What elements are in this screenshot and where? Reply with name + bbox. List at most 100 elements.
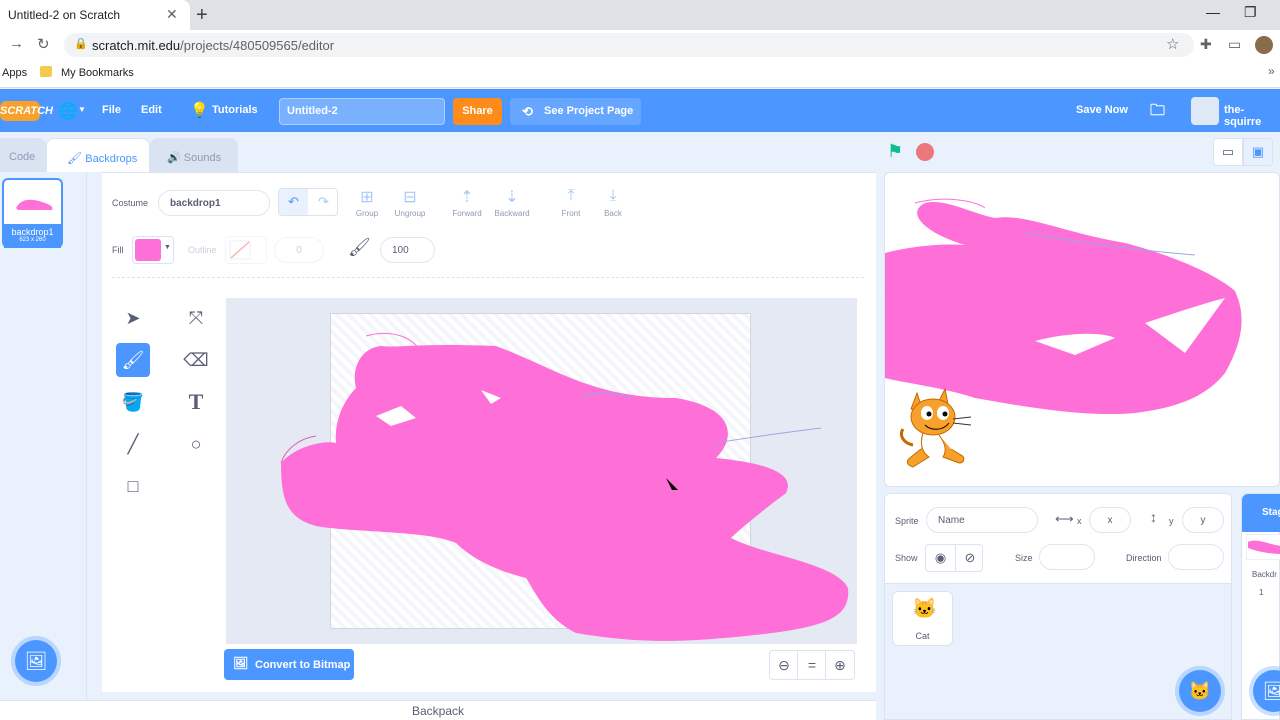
bookmark-apps[interactable]: Apps bbox=[2, 67, 27, 79]
minimize-icon[interactable]: — bbox=[1206, 4, 1220, 20]
x-position-input[interactable]: x bbox=[1089, 507, 1131, 533]
tab-sounds-label: Sounds bbox=[183, 152, 222, 164]
fill-color-picker[interactable]: ▼ bbox=[132, 236, 174, 264]
green-flag-icon[interactable]: ⚑ bbox=[887, 141, 903, 162]
y-position-input[interactable]: y bbox=[1182, 507, 1224, 533]
backpack-bar[interactable]: Backpack bbox=[0, 700, 876, 720]
direction-input[interactable] bbox=[1168, 544, 1224, 570]
more-bookmarks-icon[interactable]: » bbox=[1268, 64, 1275, 78]
menu-edit[interactable]: Edit bbox=[141, 104, 162, 116]
remix-arrows-icon: ⟲ bbox=[522, 104, 533, 119]
circle-tool-icon[interactable]: ○ bbox=[179, 427, 213, 461]
cat-sprite[interactable] bbox=[893, 383, 981, 473]
browser-tab[interactable]: Untitled-2 on Scratch ✕ bbox=[0, 0, 190, 30]
profile-avatar[interactable] bbox=[1255, 36, 1273, 54]
zoom-out-icon[interactable]: ⊖ bbox=[769, 650, 799, 680]
costume-label: Costume bbox=[112, 198, 149, 208]
folder-icon bbox=[40, 66, 52, 77]
select-tool-icon[interactable]: ➤ bbox=[116, 301, 150, 335]
text-tool-icon[interactable]: T bbox=[179, 385, 213, 419]
chevron-down-icon: ▼ bbox=[164, 244, 171, 251]
paint-strokes[interactable] bbox=[226, 298, 857, 644]
project-title-input[interactable]: Untitled-2 bbox=[279, 98, 445, 125]
brush-size-icon: 🖌 bbox=[348, 237, 371, 257]
choose-sprite-button[interactable]: 🐱 bbox=[1179, 670, 1221, 712]
sprite-name: Cat bbox=[915, 631, 930, 641]
browser-tab-title: Untitled-2 on Scratch bbox=[8, 8, 121, 22]
undo-redo-group: ↶ ↷ bbox=[278, 188, 338, 216]
cat-add-icon: 🐱 bbox=[1188, 681, 1212, 701]
tab-code[interactable]: Code bbox=[0, 138, 46, 172]
tab-sounds[interactable]: 🔊 Sounds bbox=[150, 138, 238, 172]
sprite-list: 🐱 Cat bbox=[885, 584, 1231, 719]
menu-file[interactable]: File bbox=[102, 104, 121, 116]
speaker-icon: 🔊 bbox=[167, 152, 181, 164]
sprite-name-input[interactable]: Name bbox=[926, 507, 1038, 533]
fill-tool-icon[interactable]: 🪣 bbox=[116, 385, 150, 419]
close-tab-icon[interactable]: ✕ bbox=[166, 6, 178, 23]
backdrop-name: backdrop1 bbox=[11, 227, 54, 237]
large-stage-icon[interactable]: ▣ bbox=[1243, 138, 1273, 166]
backward-icon[interactable]: ⇣ bbox=[487, 187, 537, 207]
undo-icon[interactable]: ↶ bbox=[279, 189, 308, 215]
username[interactable]: the-squirre bbox=[1224, 104, 1280, 128]
sprite-tile-cat[interactable]: 🐱 Cat bbox=[892, 591, 953, 646]
stage[interactable] bbox=[884, 172, 1280, 487]
small-stage-icon[interactable]: ▭ bbox=[1213, 138, 1243, 166]
outline-color-picker[interactable] bbox=[225, 236, 267, 264]
forward-icon[interactable]: → bbox=[9, 35, 24, 52]
ungroup-icon[interactable]: ⊟ bbox=[385, 187, 435, 207]
backdrop-tile-label: backdrop1 623 x 260 bbox=[4, 224, 61, 248]
stage-header: Stag bbox=[1242, 494, 1280, 532]
choose-backdrop-add-button[interactable]: 🖼 bbox=[15, 640, 57, 682]
outline-width-input[interactable]: 0 bbox=[274, 237, 324, 263]
backdrop-list bbox=[0, 172, 87, 700]
my-stuff-folder-icon[interactable]: 🗀 bbox=[1150, 100, 1165, 125]
user-avatar[interactable] bbox=[1191, 97, 1219, 125]
fill-label: Fill bbox=[112, 245, 124, 255]
zoom-in-icon[interactable]: ⊕ bbox=[825, 650, 855, 680]
convert-to-bitmap-button[interactable]: 🖼 Convert to Bitmap bbox=[224, 649, 354, 680]
no-outline-swatch-icon bbox=[229, 240, 251, 260]
hide-eye-icon[interactable]: ⊘ bbox=[955, 545, 982, 571]
extensions-icon[interactable]: ✚ bbox=[1200, 36, 1212, 53]
eraser-tool-icon[interactable]: ⌫ bbox=[179, 343, 213, 377]
back-icon[interactable]: ⤓ bbox=[588, 187, 638, 205]
see-project-label: See Project Page bbox=[544, 105, 634, 117]
scratch-logo[interactable]: SCRATCH bbox=[0, 101, 53, 121]
stop-icon[interactable] bbox=[916, 143, 934, 161]
new-tab-icon[interactable]: + bbox=[196, 4, 208, 27]
forward-icon[interactable]: ⇡ bbox=[442, 187, 492, 207]
show-eye-icon[interactable]: ◉ bbox=[926, 545, 955, 571]
rectangle-tool-icon[interactable]: □ bbox=[116, 469, 150, 503]
direction-label: Direction bbox=[1126, 553, 1162, 563]
cast-icon[interactable]: ▭ bbox=[1228, 36, 1241, 53]
address-bar[interactable]: 🔒 scratch.mit.edu/projects/480509565/edi… bbox=[64, 33, 1194, 57]
redo-icon[interactable]: ↷ bbox=[309, 189, 337, 215]
menu-tutorials[interactable]: Tutorials bbox=[212, 104, 258, 116]
restore-icon[interactable]: ❐ bbox=[1244, 4, 1257, 21]
ungroup-label: Ungroup bbox=[394, 209, 426, 218]
reload-icon[interactable]: ↻ bbox=[37, 35, 50, 53]
save-now-button[interactable]: Save Now bbox=[1076, 104, 1128, 116]
sprite-properties: Sprite Name ⟷ x x ↕ y y Show ◉ ⊘ Size Di… bbox=[885, 494, 1231, 584]
backdrop-tile[interactable]: backdrop1 623 x 260 bbox=[2, 178, 63, 248]
zoom-reset-icon[interactable]: = bbox=[797, 650, 827, 680]
sprite-label: Sprite bbox=[895, 516, 919, 526]
backdrop-size: 623 x 260 bbox=[19, 237, 46, 243]
costume-name-input[interactable]: backdrop1 bbox=[158, 190, 270, 216]
brush-tool-icon[interactable]: 🖌 bbox=[116, 343, 150, 377]
size-input[interactable] bbox=[1039, 544, 1095, 570]
reshape-tool-icon[interactable]: ⤧ bbox=[179, 301, 213, 335]
see-project-page-button[interactable]: ⟲ See Project Page bbox=[510, 98, 641, 125]
tab-backdrops[interactable]: 🖌 Backdrops bbox=[46, 138, 150, 172]
backpack-label: Backpack bbox=[411, 704, 465, 718]
bookmark-star-icon[interactable]: ☆ bbox=[1166, 35, 1179, 53]
language-globe-icon[interactable]: 🌐 bbox=[58, 101, 78, 121]
line-tool-icon[interactable]: ╱ bbox=[116, 427, 150, 461]
outline-label: Outline bbox=[188, 245, 217, 255]
share-button[interactable]: Share bbox=[453, 98, 502, 125]
visibility-toggle: ◉ ⊘ bbox=[925, 544, 983, 572]
brush-size-input[interactable]: 100 bbox=[380, 237, 435, 263]
bookmark-my-bookmarks[interactable]: My Bookmarks bbox=[61, 67, 134, 79]
